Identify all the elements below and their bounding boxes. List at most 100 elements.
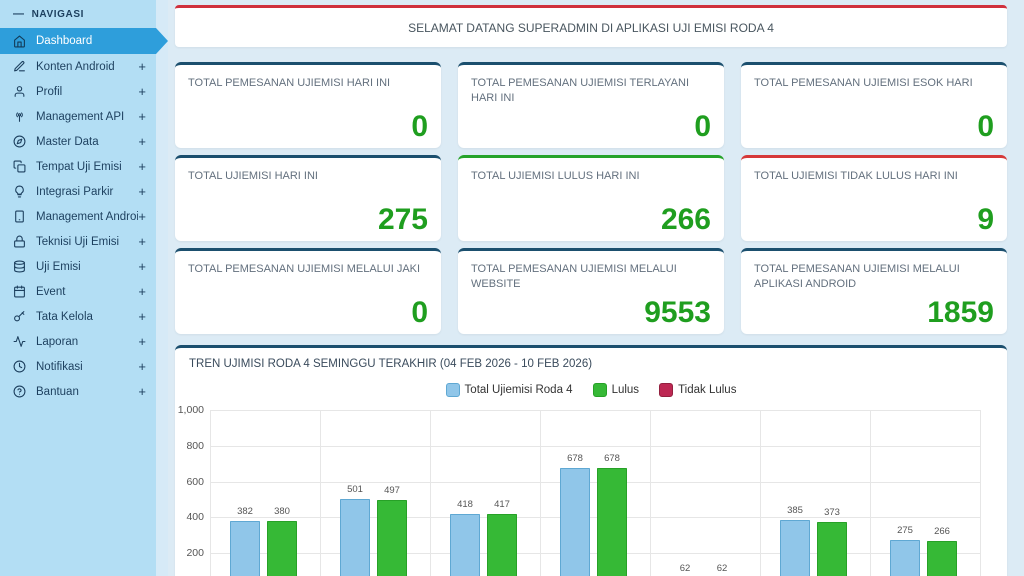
sidebar-item-integrasi-parkir[interactable]: Integrasi Parkir+: [0, 179, 156, 204]
gridline: [210, 517, 980, 518]
bar-lulus[interactable]: [927, 541, 957, 576]
gridline: [320, 410, 321, 576]
sidebar-item-management-api[interactable]: Management API+: [0, 104, 156, 129]
bar-total-ujiemisi-roda-4[interactable]: [890, 540, 920, 576]
bar-value-label: 382: [225, 506, 265, 517]
user-icon: [13, 85, 27, 99]
stat-card-total-pemesanan-ujiemisi-melalui-jaki: TOTAL PEMESANAN UJIEMISI MELALUI JAKI0: [175, 248, 441, 334]
bar-total-ujiemisi-roda-4[interactable]: [560, 468, 590, 576]
sidebar-section-label: NAVIGASI: [32, 9, 84, 20]
sidebar-item-label: Notifikasi: [36, 361, 138, 373]
legend-swatch-icon: [659, 383, 673, 397]
legend-item-total-ujiemisi-roda-4[interactable]: Total Ujiemisi Roda 4: [446, 383, 573, 397]
gridline: [210, 410, 211, 576]
stat-card-label: TOTAL PEMESANAN UJIEMISI MELALUI JAKI: [188, 262, 428, 277]
expand-plus-icon[interactable]: +: [138, 59, 146, 74]
expand-plus-icon[interactable]: +: [138, 384, 146, 399]
sidebar-item-label: Management Android: [36, 211, 138, 223]
stat-card-total-pemesanan-ujiemisi-terlayani-hari-ini: TOTAL PEMESANAN UJIEMISI TERLAYANI HARI …: [458, 62, 724, 148]
clock-icon: [13, 360, 27, 374]
bar-lulus[interactable]: [487, 514, 517, 576]
stat-card-value: 0: [694, 110, 711, 144]
bar-value-label: 62: [665, 563, 705, 574]
sidebar-item-teknisi-uji-emisi[interactable]: Teknisi Uji Emisi+: [0, 229, 156, 254]
y-axis-tick: 800: [175, 440, 204, 452]
bar-value-label: 678: [555, 453, 595, 464]
expand-plus-icon[interactable]: +: [138, 134, 146, 149]
menu-collapse-icon: —: [13, 8, 25, 20]
stat-card-value: 0: [411, 110, 428, 144]
bar-value-label: 62: [702, 563, 742, 574]
expand-plus-icon[interactable]: +: [138, 284, 146, 299]
bar-lulus[interactable]: [267, 521, 297, 576]
sidebar-item-profil[interactable]: Profil+: [0, 79, 156, 104]
bar-total-ujiemisi-roda-4[interactable]: [450, 514, 480, 576]
sidebar-item-label: Master Data: [36, 136, 138, 148]
expand-plus-icon[interactable]: +: [138, 209, 146, 224]
sidebar-item-tempat-uji-emisi[interactable]: Tempat Uji Emisi+: [0, 154, 156, 179]
stat-card-label: TOTAL PEMESANAN UJIEMISI HARI INI: [188, 76, 428, 91]
stat-card-value: 275: [378, 203, 428, 237]
gridline: [870, 410, 871, 576]
lock-icon: [13, 235, 27, 249]
legend-item-lulus[interactable]: Lulus: [593, 383, 640, 397]
bar-total-ujiemisi-roda-4[interactable]: [340, 499, 370, 576]
expand-plus-icon[interactable]: +: [138, 159, 146, 174]
bar-lulus[interactable]: [817, 522, 847, 576]
sidebar-item-laporan[interactable]: Laporan+: [0, 329, 156, 354]
calendar-icon: [13, 285, 27, 299]
sidebar-item-uji-emisi[interactable]: Uji Emisi+: [0, 254, 156, 279]
sidebar-item-event[interactable]: Event+: [0, 279, 156, 304]
sidebar-nav: DashboardKonten Android+Profil+Managemen…: [0, 28, 156, 404]
expand-plus-icon[interactable]: +: [138, 359, 146, 374]
sidebar-item-master-data[interactable]: Master Data+: [0, 129, 156, 154]
stat-card-total-ujiemisi-lulus-hari-ini: TOTAL UJIEMISI LULUS HARI INI266: [458, 155, 724, 241]
sidebar-item-konten-android[interactable]: Konten Android+: [0, 54, 156, 79]
gridline: [210, 410, 980, 411]
stat-card-total-pemesanan-ujiemisi-melalui-website: TOTAL PEMESANAN UJIEMISI MELALUI WEBSITE…: [458, 248, 724, 334]
y-axis-tick: 600: [175, 476, 204, 488]
stat-card-label: TOTAL UJIEMISI LULUS HARI INI: [471, 169, 711, 184]
gridline: [210, 553, 980, 554]
pen-icon: [13, 60, 27, 74]
home-icon: [13, 34, 27, 48]
bar-total-ujiemisi-roda-4[interactable]: [230, 521, 260, 576]
stat-card-label: TOTAL PEMESANAN UJIEMISI ESOK HARI: [754, 76, 994, 91]
stat-card-value: 1859: [927, 296, 994, 330]
stat-card-total-pemesanan-ujiemisi-esok-hari: TOTAL PEMESANAN UJIEMISI ESOK HARI0: [741, 62, 1007, 148]
expand-plus-icon[interactable]: +: [138, 109, 146, 124]
bar-value-label: 497: [372, 485, 412, 496]
sidebar-item-label: Tata Kelola: [36, 311, 138, 323]
sidebar-item-bantuan[interactable]: Bantuan+: [0, 379, 156, 404]
gridline: [760, 410, 761, 576]
sidebar-item-management-android[interactable]: Management Android+: [0, 204, 156, 229]
stat-card-total-ujiemisi-hari-ini: TOTAL UJIEMISI HARI INI275: [175, 155, 441, 241]
bar-lulus[interactable]: [597, 468, 627, 576]
copy-icon: [13, 160, 27, 174]
sidebar-item-dashboard[interactable]: Dashboard: [0, 28, 156, 54]
gridline: [980, 410, 981, 576]
bar-value-label: 417: [482, 499, 522, 510]
sidebar-item-notifikasi[interactable]: Notifikasi+: [0, 354, 156, 379]
sidebar-item-label: Uji Emisi: [36, 261, 138, 273]
database-icon: [13, 260, 27, 274]
sidebar-item-tata-kelola[interactable]: Tata Kelola+: [0, 304, 156, 329]
sidebar-item-label: Bantuan: [36, 386, 138, 398]
expand-plus-icon[interactable]: +: [138, 234, 146, 249]
bar-lulus[interactable]: [377, 500, 407, 576]
bar-value-label: 275: [885, 525, 925, 536]
sidebar-item-label: Laporan: [36, 336, 138, 348]
bar-total-ujiemisi-roda-4[interactable]: [780, 520, 810, 576]
expand-plus-icon[interactable]: +: [138, 184, 146, 199]
y-axis-tick: 400: [175, 511, 204, 523]
legend-item-tidak-lulus[interactable]: Tidak Lulus: [659, 383, 736, 397]
expand-plus-icon[interactable]: +: [138, 84, 146, 99]
sidebar-item-label: Konten Android: [36, 61, 138, 73]
bar-value-label: 380: [262, 506, 302, 517]
sidebar-scrollbar-gutter[interactable]: [156, 0, 168, 576]
expand-plus-icon[interactable]: +: [138, 259, 146, 274]
expand-plus-icon[interactable]: +: [138, 309, 146, 324]
sidebar-item-label: Profil: [36, 86, 138, 98]
legend-label: Tidak Lulus: [678, 384, 736, 396]
expand-plus-icon[interactable]: +: [138, 334, 146, 349]
